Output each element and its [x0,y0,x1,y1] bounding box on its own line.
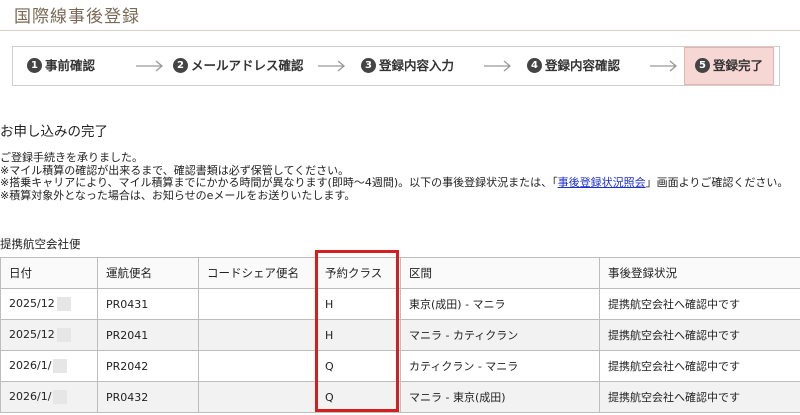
table-row: 2025/12 PR0431 H 東京(成田) - マニラ 提携航空会社へ確認中… [0,288,800,320]
page-title: 国際線事後登録 [14,7,140,27]
table-row: 2025/12 PR2041 H マニラ - カティクラン 提携航空会社へ確認中… [0,319,800,351]
arrow-right-icon [484,60,512,72]
redacted-block [56,297,71,311]
cell-status: 提携航空会社へ確認中です [599,350,800,382]
arrow-right-icon [318,60,346,72]
cell-flight: PR2042 [97,350,199,382]
step-label: メールアドレス確認 [191,58,304,73]
redacted-block [53,390,68,404]
completion-notes: ご登録手続きを承りました。 ※マイル積算の確認が出来るまで、確認書類は必ず保管し… [0,151,790,202]
cell-route: マニラ - 東京(成田) [400,381,600,413]
cell-date: 2025/12 [0,319,98,351]
cell-status: 提携航空会社へ確認中です [599,381,800,413]
cell-date: 2025/12 [0,288,98,320]
step-label: 登録内容入力 [379,58,455,73]
registration-status-link[interactable]: 事後登録状況照会 [558,176,646,189]
partner-flights-table: 日付 運航便名 コードシェア便名 予約クラス 区間 事後登録状況 2025/12… [0,257,800,413]
table-caption: 提携航空会社便 [0,237,81,251]
note-text: ※搭乗キャリアにより、マイル積算までにかかる時間が異なります(即時～4週間)。以… [0,176,558,189]
cell-codeshare [198,319,317,351]
col-header-flight: 運航便名 [97,257,199,289]
col-header-route: 区間 [400,257,600,289]
col-header-status: 事後登録状況 [599,257,800,289]
date-text: 2026/1/ [9,390,52,403]
step-number: 1 [27,58,42,73]
step-label: 登録完了 [713,58,764,73]
note-text: 」画面よりご確認ください。 [645,176,789,189]
step-label: 事前確認 [45,58,96,73]
note-line: ※搭乗キャリアにより、マイル積算までにかかる時間が異なります(即時～4週間)。以… [0,176,790,190]
date-text: 2026/1/ [9,359,52,372]
cell-date: 2026/1/ [0,350,98,382]
step-3: 3 登録内容入力 [361,47,454,85]
step-number: 2 [173,58,188,73]
cell-route: マニラ - カティクラン [400,319,600,351]
cell-flight: PR0431 [97,288,199,320]
col-header-class: 予約クラス [316,257,401,289]
title-divider [0,30,800,31]
cell-status: 提携航空会社へ確認中です [599,319,800,351]
cell-codeshare [198,381,317,413]
note-line: ご登録手続きを承りました。 [0,151,143,164]
cell-class: Q [316,381,401,413]
table-header-row: 日付 運航便名 コードシェア便名 予約クラス 区間 事後登録状況 [0,257,800,289]
step-number: 5 [695,58,710,73]
step-number: 3 [361,58,376,73]
cell-class: H [316,288,401,320]
step-label: 登録内容確認 [545,58,621,73]
date-text: 2025/12 [9,328,55,341]
redacted-block [56,328,71,342]
redacted-block [53,359,68,373]
cell-class: Q [316,350,401,382]
note-line: ※積算対象外となった場合は、お知らせのeメールをお送りいたします。 [0,188,356,202]
step-1: 1 事前確認 [27,47,95,85]
step-number: 4 [527,58,542,73]
step-2: 2 メールアドレス確認 [173,47,304,85]
cell-flight: PR2041 [97,319,199,351]
progress-steps: 1 事前確認 2 メールアドレス確認 3 登録内容入力 4 登録内容確認 5 登録完了 [12,46,780,86]
arrow-right-icon [136,60,164,72]
cell-date: 2026/1/ [0,381,98,413]
cell-codeshare [198,288,317,320]
completion-heading: お申し込みの完了 [0,124,108,140]
col-header-date: 日付 [0,257,98,289]
date-text: 2025/12 [9,297,55,310]
step-4: 4 登録内容確認 [527,47,620,85]
cell-route: 東京(成田) - マニラ [400,288,600,320]
arrow-right-icon [650,60,678,72]
cell-status: 提携航空会社へ確認中です [599,288,800,320]
step-5-current: 5 登録完了 [684,47,775,85]
cell-route: カティクラン - マニラ [400,350,600,382]
cell-codeshare [198,350,317,382]
cell-flight: PR0432 [97,381,199,413]
table-row: 2026/1/ PR0432 Q マニラ - 東京(成田) 提携航空会社へ確認中… [0,381,800,413]
col-header-codeshare: コードシェア便名 [198,257,317,289]
cell-class: H [316,319,401,351]
table-row: 2026/1/ PR2042 Q カティクラン - マニラ 提携航空会社へ確認中… [0,350,800,382]
